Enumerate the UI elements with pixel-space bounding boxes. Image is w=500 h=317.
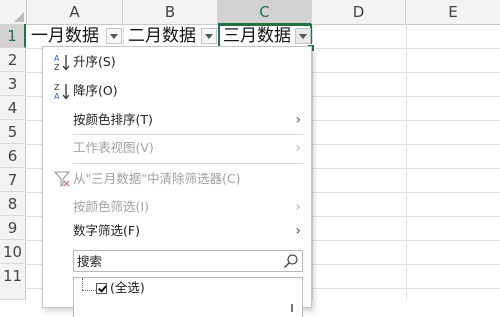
column-header-a[interactable]: A (27, 0, 123, 24)
svg-text:Z: Z (54, 63, 60, 71)
row-header-4[interactable]: 4 (0, 96, 26, 120)
submenu-arrow-icon: › (295, 199, 301, 215)
menu-item-label: 升序(S) (73, 54, 116, 69)
menu-item-label: 工作表视图(V) (73, 140, 154, 155)
row-header-8[interactable]: 8 (0, 192, 26, 216)
submenu-arrow-icon: › (295, 223, 301, 239)
dropdown-arrow-icon (110, 33, 118, 39)
filter-value-list[interactable]: (全选) (73, 277, 303, 317)
column-header-d[interactable]: D (312, 0, 406, 24)
row-header-1[interactable]: 1 (0, 24, 26, 48)
list-scrollbar[interactable] (286, 302, 298, 316)
gridline (312, 24, 313, 300)
menu-item-clear-filter: 从"三月数据"中清除筛选器(C) (43, 166, 309, 192)
dropdown-arrow-icon (205, 33, 213, 39)
menu-item-sort-ascending[interactable]: A Z 升序(S) (43, 49, 309, 75)
row-header-10[interactable]: 10 (0, 240, 26, 264)
filter-dropdown-button-b[interactable] (201, 28, 217, 44)
menu-item-label: 数字筛选(F) (73, 223, 140, 238)
search-icon (284, 254, 298, 268)
sort-descending-icon: Z A (54, 83, 70, 100)
column-header-row: A B C D E (0, 0, 500, 25)
row-header-5[interactable]: 5 (0, 120, 26, 144)
gridline (406, 24, 407, 300)
dropdown-arrow-icon (299, 33, 307, 39)
select-all-corner[interactable] (0, 0, 27, 24)
tree-connector (82, 290, 96, 292)
svg-text:Z: Z (54, 83, 60, 92)
row-header-7[interactable]: 7 (0, 168, 26, 192)
menu-item-sheet-view: 工作表视图(V) › (43, 135, 309, 161)
menu-item-sort-descending[interactable]: Z A 降序(O) (43, 78, 309, 104)
row-header-2[interactable]: 2 (0, 48, 26, 72)
menu-item-label: 按颜色筛选(I) (73, 199, 149, 214)
cell-a1[interactable]: 一月数据 (27, 24, 117, 48)
select-all-triangle-icon (14, 12, 24, 22)
menu-item-label: 降序(O) (73, 83, 118, 98)
clear-filter-icon (53, 171, 71, 187)
sort-ascending-icon: A Z (54, 54, 70, 71)
column-header-e[interactable]: E (406, 0, 500, 24)
submenu-arrow-icon: › (295, 112, 301, 128)
menu-separator (73, 163, 303, 164)
select-all-checkbox[interactable] (96, 283, 107, 294)
menu-item-label: 按颜色排序(T) (73, 112, 153, 127)
cell-b1[interactable]: 二月数据 (124, 24, 204, 48)
menu-item-label: 从"三月数据"中清除筛选器(C) (73, 171, 241, 186)
filter-dropdown-button-a[interactable] (106, 28, 122, 44)
menu-item-sort-by-color[interactable]: 按颜色排序(T) › (43, 107, 309, 133)
submenu-arrow-icon: › (295, 140, 301, 156)
svg-text:A: A (54, 54, 60, 63)
filter-search-box[interactable] (73, 250, 303, 272)
column-header-c[interactable]: C (218, 0, 312, 25)
filter-search-input[interactable] (77, 252, 277, 270)
menu-item-number-filters[interactable]: 数字筛选(F) › (43, 218, 309, 244)
row-header-6[interactable]: 6 (0, 144, 26, 168)
column-header-b[interactable]: B (123, 0, 218, 24)
row-header-3[interactable]: 3 (0, 72, 26, 96)
svg-text:A: A (54, 92, 60, 100)
filter-dropdown-button-c[interactable] (295, 28, 311, 44)
row-header-9[interactable]: 9 (0, 216, 26, 240)
menu-item-filter-by-color: 按颜色筛选(I) › (43, 194, 309, 220)
tree-connector (82, 278, 84, 290)
select-all-label: (全选) (110, 280, 145, 295)
filter-menu: A Z 升序(S) Z A 降序(O) 按颜色排序(T) › 工作表视图(V) … (42, 46, 312, 317)
row-header-11[interactable]: 11 (0, 264, 26, 300)
